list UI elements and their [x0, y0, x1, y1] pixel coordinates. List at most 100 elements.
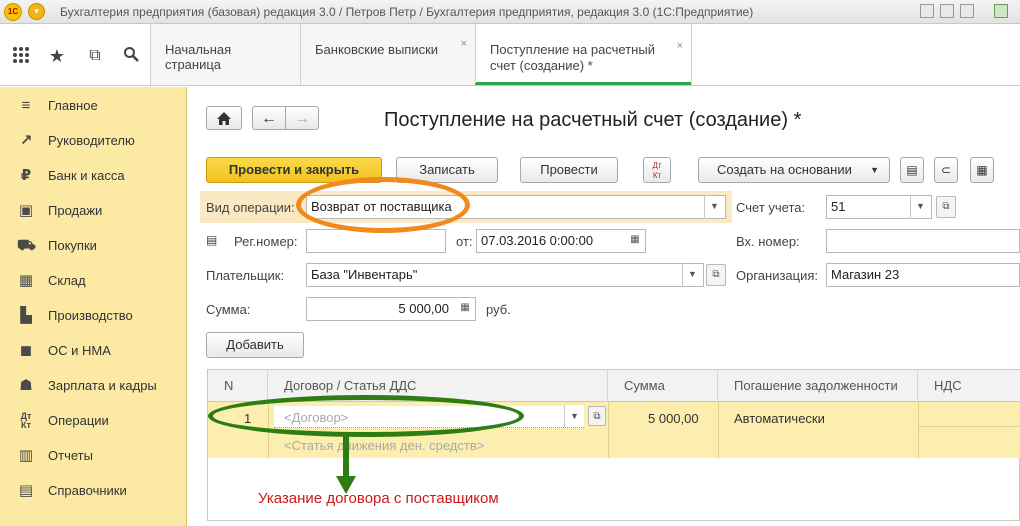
chevron-down-icon[interactable]: ▼ [682, 263, 702, 287]
tab-label: Банковские выписки [315, 42, 439, 57]
document-icon[interactable]: ▤ [900, 157, 924, 183]
factory-icon: ▙ [20, 307, 32, 324]
sidebar-item-production[interactable]: ▙ Производство [0, 298, 187, 333]
sidebar-item-warehouse[interactable]: ▦ Склад [0, 263, 187, 298]
sidebar-item-fixed-assets[interactable]: ◼ ОС и НМА [0, 333, 187, 368]
chevron-down-icon[interactable]: ▼ [564, 405, 584, 427]
open-icon[interactable]: ⧉ [706, 264, 726, 286]
home-button[interactable] [206, 106, 242, 130]
tab-row: ★ ⧉ Начальная страница Банковские выписк… [0, 24, 1020, 86]
tab-label-line1: Поступление на расчетный [490, 42, 655, 57]
sidebar-item-purchases[interactable]: ⛟ Покупки [0, 228, 187, 263]
sum-value: 5 000,00 [398, 301, 449, 316]
open-icon[interactable]: ⧉ [936, 196, 956, 218]
paperclip-icon[interactable]: ⊂ [934, 157, 958, 183]
organization-label: Организация: [736, 268, 819, 283]
date-field[interactable]: 07.03.2016 0:00:00 [476, 229, 646, 253]
tab-home[interactable]: Начальная страница [150, 24, 300, 85]
sidebar-item-catalogs[interactable]: ▤ Справочники [0, 473, 187, 508]
chevron-down-icon[interactable]: ▼ [704, 195, 724, 219]
window-title: Бухгалтерия предприятия (базовая) редакц… [60, 5, 754, 19]
chevron-down-icon[interactable]: ▼ [910, 195, 930, 219]
history-icon[interactable]: ⧉ [84, 46, 106, 66]
cell-divider [918, 426, 1020, 427]
column-header-vat[interactable]: НДС [918, 370, 1020, 402]
sidebar-item-label: Производство [48, 308, 133, 323]
sidebar-item-main[interactable]: ≡ Главное [0, 88, 187, 123]
star-icon[interactable]: ★ [46, 46, 68, 66]
post-button[interactable]: Провести [520, 157, 618, 183]
create-based-on-button[interactable]: Создать на основании ▼ [698, 157, 890, 183]
orange-annotation-ellipse [296, 177, 470, 233]
reg-number-label: Рег.номер: [234, 234, 298, 249]
page-title: Поступление на расчетный счет (создание)… [384, 109, 802, 131]
column-header-sum[interactable]: Сумма [608, 370, 718, 402]
tab-receipt-creation[interactable]: Поступление на расчетный счет (создание)… [475, 24, 691, 85]
sidebar-item-label: Продажи [48, 203, 103, 218]
chevron-down-icon: ▼ [870, 165, 879, 175]
column-header-n[interactable]: N [208, 370, 268, 402]
sidebar-item-manager[interactable]: ↗ Руководителю [0, 123, 187, 158]
sum-label: Сумма: [206, 302, 251, 317]
sidebar-item-reports[interactable]: ▥ Отчеты [0, 438, 187, 473]
sidebar-item-label: Главное [48, 98, 98, 113]
payer-select[interactable]: База "Инвентарь" [306, 263, 704, 287]
app-logo-icon: 1С [4, 3, 22, 21]
date-label: от: [456, 234, 473, 249]
sidebar-item-sales[interactable]: ▣ Продажи [0, 193, 187, 228]
green-annotation-arrow [336, 436, 356, 494]
registry-icon[interactable]: ▤ [206, 233, 217, 247]
close-icon[interactable]: × [461, 38, 467, 50]
calendar-icon[interactable]: ▦ [625, 230, 645, 252]
cart-icon: ⛟ [17, 237, 36, 254]
save-window-icon[interactable] [920, 4, 934, 18]
sidebar-item-bank[interactable]: ₽ Банк и касса [0, 158, 187, 193]
main-menu-icon[interactable]: ▾ [28, 3, 45, 20]
sidebar-item-label: Операции [48, 413, 109, 428]
cell-divider [608, 402, 609, 458]
debit-credit-icon[interactable]: Дт Кт [643, 157, 671, 183]
add-row-button[interactable]: Добавить [206, 332, 304, 358]
incoming-number-field[interactable] [826, 229, 1020, 253]
date-value: 07.03.2016 0:00:00 [481, 233, 594, 248]
sidebar-item-label: ОС и НМА [48, 343, 111, 358]
account-value: 51 [831, 199, 846, 214]
incoming-number-label: Вх. номер: [736, 234, 800, 249]
chart-icon: ▥ [18, 447, 34, 464]
search-icon[interactable] [120, 46, 142, 66]
tab-label-line2: счет (создание) * [490, 58, 593, 73]
column-header-repayment[interactable]: Погашение задолженности [718, 370, 918, 402]
title-bar: 1С ▾ Бухгалтерия предприятия (базовая) р… [0, 0, 1020, 24]
sum-field[interactable]: 5 000,00 [306, 297, 476, 321]
attach-icon[interactable] [960, 4, 974, 18]
tab-bank-statements[interactable]: Банковские выписки × [300, 24, 475, 85]
payer-value: База "Инвентарь" [311, 267, 418, 282]
people-icon: ☗ [19, 377, 33, 394]
close-icon[interactable]: × [677, 38, 683, 54]
annotation-caption: Указание договора с поставщиком [258, 490, 499, 507]
sidebar-item-operations[interactable]: Дт Кт Операции [0, 403, 187, 438]
row-sum: 5 000,00 [648, 411, 699, 426]
sidebar-item-label: Руководителю [48, 133, 135, 148]
cell-divider [718, 402, 719, 458]
forward-button[interactable]: → [285, 106, 319, 130]
sidebar-item-salary[interactable]: ☗ Зарплата и кадры [0, 368, 187, 403]
back-button[interactable]: ← [252, 106, 286, 130]
debit-credit-icon: Дт Кт [20, 411, 32, 430]
calculator-icon[interactable]: ▦ [455, 298, 475, 320]
sidebar-item-label: Зарплата и кадры [48, 378, 157, 393]
list-icon: ≡ [21, 97, 31, 114]
arrow-right-icon: → [294, 110, 310, 127]
calculator-icon[interactable]: ▦ [970, 157, 994, 183]
warehouse-icon: ▦ [18, 272, 34, 289]
tab-label: Начальная страница [165, 42, 232, 72]
document-form: ← → Поступление на расчетный счет (созда… [188, 87, 1020, 526]
print-icon[interactable] [940, 4, 954, 18]
cash-flow-placeholder[interactable]: <Статья движения ден. средств> [284, 438, 484, 453]
organization-select[interactable]: Магазин 23 [826, 263, 1020, 287]
update-icon[interactable] [994, 4, 1008, 18]
sidebar-item-label: Банк и касса [48, 168, 125, 183]
apps-grid-icon[interactable] [10, 46, 32, 66]
open-icon[interactable]: ⧉ [588, 406, 606, 426]
book-icon: ▤ [18, 482, 34, 499]
